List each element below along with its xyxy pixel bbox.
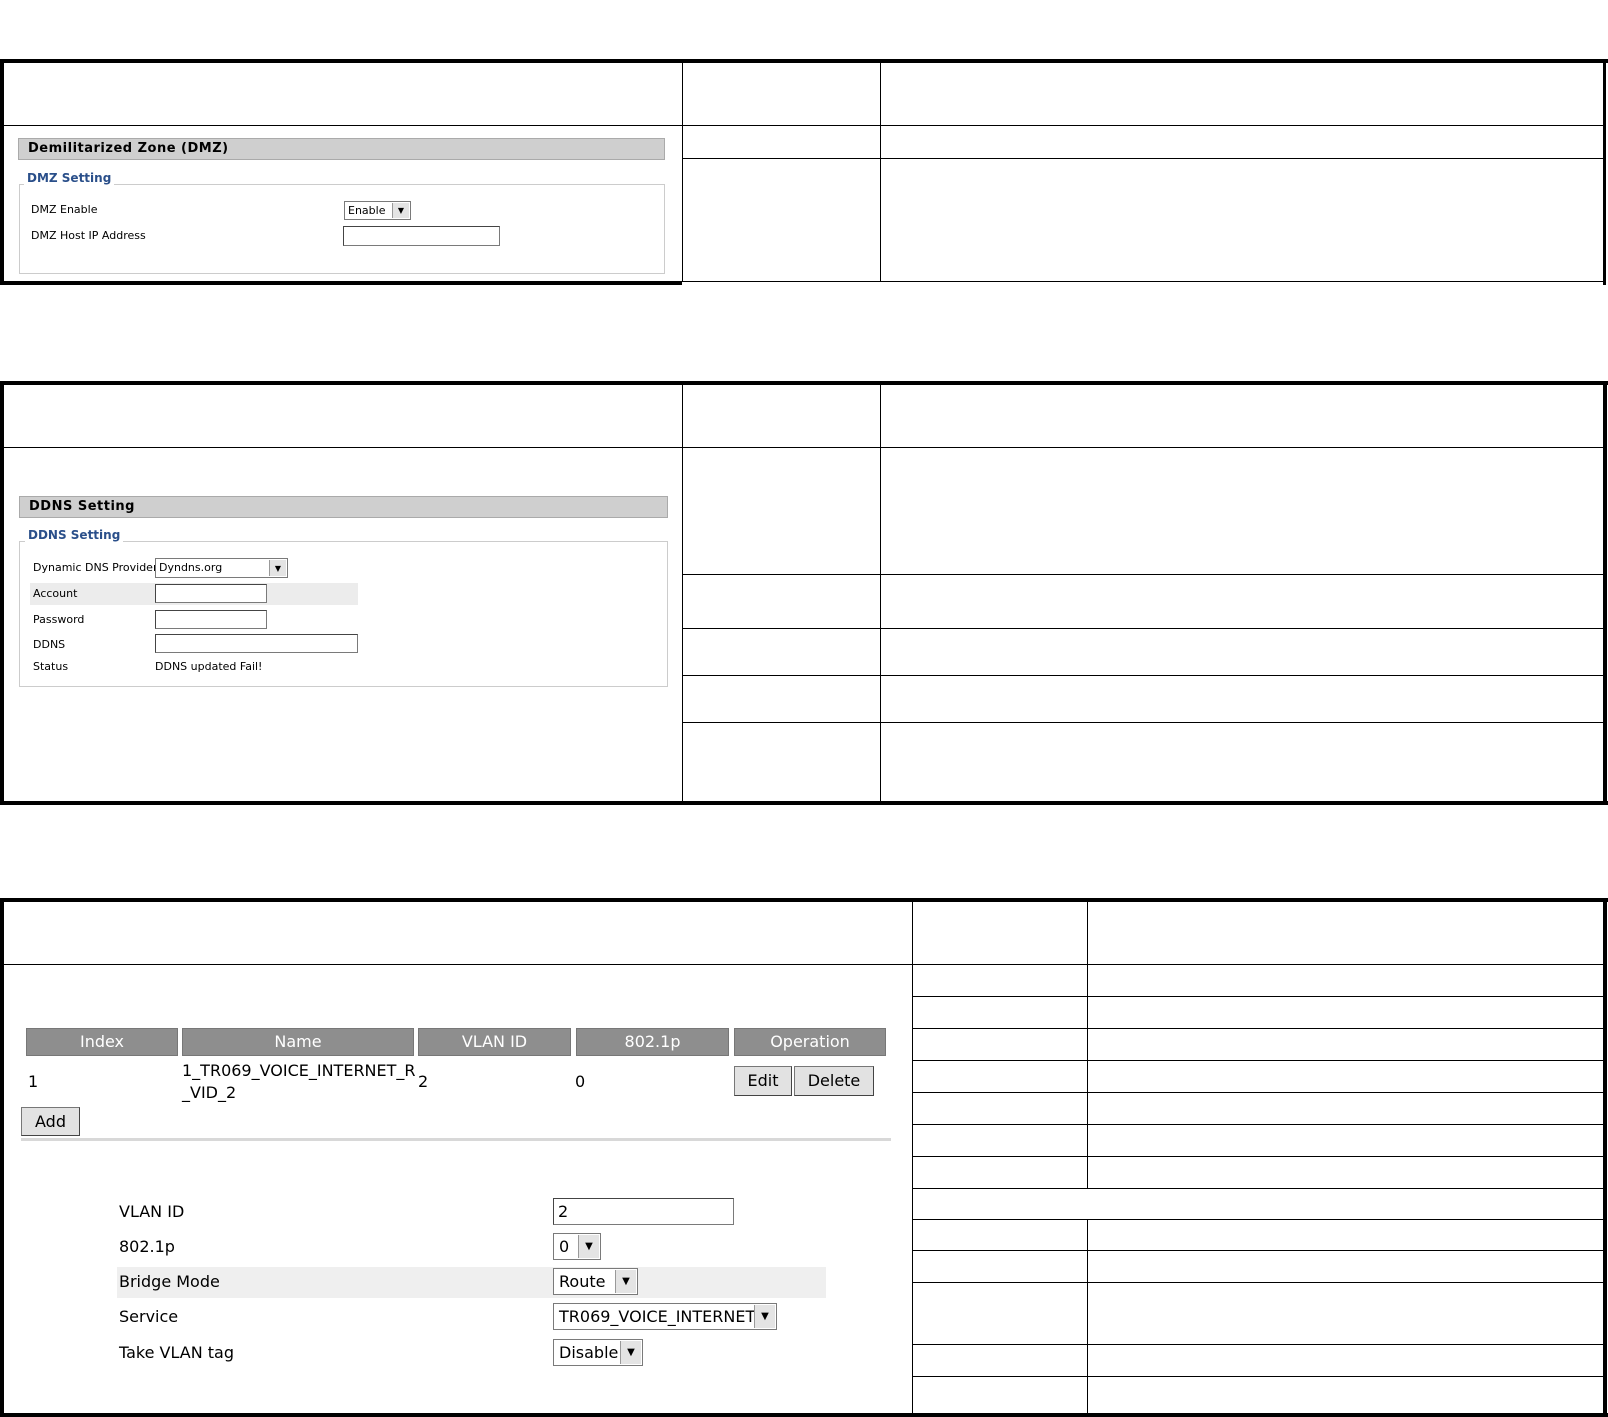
dmz-table-frame: Demilitarized Zone (DMZ) DMZ Setting DMZ… (0, 59, 1608, 285)
dmz-enable-label: DMZ Enable (31, 203, 98, 216)
ddns-provider-value: Dyndns.org (159, 561, 223, 574)
dmz-legend: DMZ Setting (24, 171, 115, 185)
vlan-table-col-divider-2a (1087, 898, 1088, 1188)
vlan-row-vlan-id: 2 (418, 1072, 429, 1091)
vlan-row-line-11 (912, 1344, 1604, 1345)
dmz-table-col-divider-1 (682, 59, 683, 282)
vlan-row-line-1 (912, 996, 1604, 997)
delete-button[interactable]: Delete (794, 1066, 874, 1096)
ddns-table-col-divider-1 (682, 381, 683, 803)
ddns-table-row-line-4 (682, 722, 1604, 723)
vlan-col-header-index: Index (26, 1028, 178, 1056)
ddns-provider-select[interactable]: Dyndns.org ▼ (155, 558, 288, 578)
vlan-form-8021p-select[interactable]: 0 ▼ (553, 1233, 601, 1260)
vlan-row-line-3 (912, 1060, 1604, 1061)
dmz-enable-select[interactable]: Enable ▼ (344, 201, 411, 220)
chevron-down-icon[interactable]: ▼ (578, 1235, 599, 1258)
ddns-password-input[interactable] (155, 610, 267, 629)
dmz-table-header-line (4, 125, 1604, 126)
dmz-table-col-divider-2 (880, 59, 881, 282)
ddns-table-header-line (4, 447, 1604, 448)
ddns-table-top-border (0, 381, 1608, 385)
vlan-form-take-vlan-tag-label: Take VLAN tag (119, 1343, 235, 1362)
ddns-password-label: Password (33, 613, 85, 626)
dmz-host-ip-input[interactable] (343, 226, 500, 246)
ddns-table-right-border (1603, 381, 1607, 805)
vlan-row-name-line1: 1_TR069_VOICE_INTERNET_R (182, 1061, 416, 1080)
vlan-col-header-vlan-id: VLAN ID (418, 1028, 571, 1056)
ddns-section-title: DDNS Setting (19, 496, 668, 518)
vlan-form-bridge-mode-label: Bridge Mode (119, 1272, 220, 1291)
vlan-row-line-4 (912, 1092, 1604, 1093)
vlan-row-name-line2: _VID_2 (182, 1083, 237, 1102)
vlan-row-line-2 (912, 1028, 1604, 1029)
vlan-table-col-divider-2b (1087, 1219, 1088, 1414)
dmz-table-right-border (1603, 59, 1606, 285)
vlan-form-bridge-mode-value: Route (559, 1272, 606, 1291)
vlan-form-vlan-id-input[interactable]: 2 (553, 1198, 734, 1225)
vlan-form-vlan-id-label: VLAN ID (119, 1202, 185, 1221)
ddns-table-row-line-1 (682, 574, 1604, 575)
vlan-table-bottom-border (0, 1413, 1608, 1417)
ddns-table-row-line-3 (682, 675, 1604, 676)
vlan-form-8021p-value: 0 (559, 1237, 570, 1256)
ddns-ddns-label: DDNS (33, 638, 66, 651)
ddns-ddns-input[interactable] (155, 634, 358, 653)
dmz-table-top-border (0, 59, 1608, 63)
vlan-col-header-name: Name (182, 1028, 414, 1056)
ddns-account-input[interactable] (155, 584, 267, 603)
vlan-form-service-value: TR069_VOICE_INTERNET (559, 1307, 756, 1326)
vlan-row-line-9 (912, 1250, 1604, 1251)
vlan-table-header-line (4, 964, 1604, 965)
vlan-row-line-5 (912, 1124, 1604, 1125)
chevron-down-icon[interactable]: ▼ (620, 1341, 641, 1364)
vlan-separator (21, 1138, 891, 1141)
vlan-row-line-7 (912, 1188, 1604, 1189)
edit-button[interactable]: Edit (734, 1066, 792, 1096)
ddns-provider-label: Dynamic DNS Provider (33, 561, 158, 574)
dmz-table-left-border (0, 59, 4, 285)
dmz-host-ip-label: DMZ Host IP Address (31, 229, 146, 242)
vlan-table-left-border (0, 898, 4, 1417)
dmz-table-bottom-border-right (682, 281, 1606, 282)
vlan-col-header-operation: Operation (734, 1028, 886, 1056)
vlan-form-service-select[interactable]: TR069_VOICE_INTERNET ▼ (553, 1303, 777, 1330)
vlan-row-line-12 (912, 1376, 1604, 1377)
ddns-status-label: Status (33, 660, 69, 673)
vlan-table-top-border (0, 898, 1608, 902)
chevron-down-icon[interactable]: ▼ (615, 1270, 636, 1293)
ddns-table-row-line-2 (682, 628, 1604, 629)
chevron-down-icon[interactable]: ▼ (269, 560, 286, 576)
vlan-form-take-vlan-tag-select[interactable]: Disable ▼ (553, 1339, 643, 1366)
dmz-section-title: Demilitarized Zone (DMZ) (18, 138, 665, 160)
dmz-table-bottom-border-left (0, 281, 682, 285)
ddns-table-bottom-border (0, 801, 1608, 805)
vlan-form-8021p-label: 802.1p (119, 1237, 175, 1256)
vlan-form-service-label: Service (119, 1307, 179, 1326)
chevron-down-icon[interactable]: ▼ (392, 203, 409, 218)
ddns-table-col-divider-2 (880, 381, 881, 803)
dmz-enable-value: Enable (348, 204, 386, 217)
vlan-row-line-8 (912, 1219, 1604, 1220)
chevron-down-icon[interactable]: ▼ (754, 1305, 775, 1328)
ddns-legend: DDNS Setting (25, 528, 124, 542)
vlan-row-line-10 (912, 1282, 1604, 1283)
vlan-row-8021p: 0 (575, 1072, 586, 1091)
vlan-col-header-8021p: 802.1p (576, 1028, 729, 1056)
vlan-table-right-border (1603, 898, 1607, 1417)
vlan-table-frame: Index Name VLAN ID 802.1p Operation 1 1_… (0, 898, 1608, 1417)
vlan-row-line-6 (912, 1156, 1604, 1157)
dmz-table-row-line (682, 158, 1604, 159)
vlan-form-bridge-mode-select[interactable]: Route ▼ (553, 1268, 638, 1295)
ddns-account-label: Account (33, 587, 78, 600)
add-button[interactable]: Add (21, 1107, 80, 1136)
ddns-table-left-border (0, 381, 4, 805)
vlan-form-take-vlan-tag-value: Disable (559, 1343, 619, 1362)
ddns-status-value: DDNS updated Fail! (155, 660, 263, 673)
vlan-row-index: 1 (28, 1072, 39, 1091)
bridge-mode-row-highlight (117, 1267, 826, 1298)
ddns-table-frame: DDNS Setting DDNS Setting Dynamic DNS Pr… (0, 381, 1608, 805)
